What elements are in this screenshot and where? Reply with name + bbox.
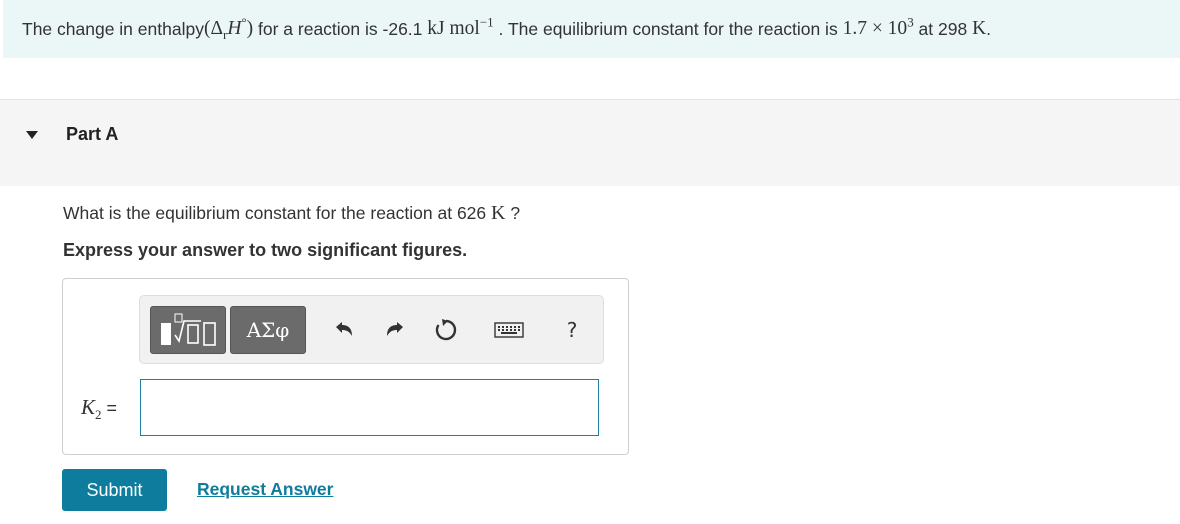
- answer-panel: ΑΣφ ? K2 =: [62, 278, 629, 455]
- math-toolbar: ΑΣφ ?: [139, 295, 604, 364]
- kelvin-unit: K: [491, 202, 506, 224]
- question-text: What is the equilibrium constant for the…: [63, 202, 521, 224]
- templates-button[interactable]: [150, 306, 226, 354]
- undo-icon: [336, 322, 352, 336]
- answer-instruction: Express your answer to two significant f…: [63, 240, 468, 260]
- enthalpy-symbol: (ΔrH°): [203, 14, 254, 42]
- collapse-caret-icon[interactable]: [26, 131, 38, 139]
- intro-text-2: for a reaction is -26.1: [253, 18, 428, 39]
- help-button[interactable]: ?: [556, 314, 588, 346]
- equilibrium-constant-value: 1.7 × 103: [842, 14, 914, 40]
- keyboard-icon: [494, 322, 524, 338]
- answer-variable-label: K2 =: [81, 395, 118, 423]
- intro-text-4: at 298: [913, 18, 973, 39]
- answer-input[interactable]: [140, 379, 599, 436]
- request-answer-link[interactable]: Request Answer: [197, 479, 333, 500]
- reset-icon: [435, 319, 457, 341]
- redo-icon: [387, 322, 403, 336]
- kelvin-unit: K: [972, 18, 987, 39]
- greek-letters-button[interactable]: ΑΣφ: [230, 306, 306, 354]
- submit-button[interactable]: Submit: [62, 469, 167, 511]
- reset-button[interactable]: [430, 314, 462, 346]
- intro-text-5: .: [986, 18, 992, 39]
- keyboard-button[interactable]: [493, 314, 525, 346]
- help-icon: ?: [566, 318, 578, 342]
- intro-text-1: The change in enthalpy: [22, 18, 204, 39]
- redo-button[interactable]: [379, 314, 411, 346]
- problem-intro: The change in enthalpy (ΔrH°) for a reac…: [3, 0, 1180, 58]
- intro-text-3: . The equilibrium constant for the react…: [493, 18, 843, 39]
- greek-letters-icon: ΑΣφ: [246, 318, 290, 342]
- part-title: Part A: [66, 124, 119, 144]
- templates-icon: [161, 313, 216, 346]
- part-a-header[interactable]: Part A: [0, 99, 1180, 186]
- undo-button[interactable]: [328, 314, 360, 346]
- enthalpy-unit: kJ mol−1: [427, 14, 494, 40]
